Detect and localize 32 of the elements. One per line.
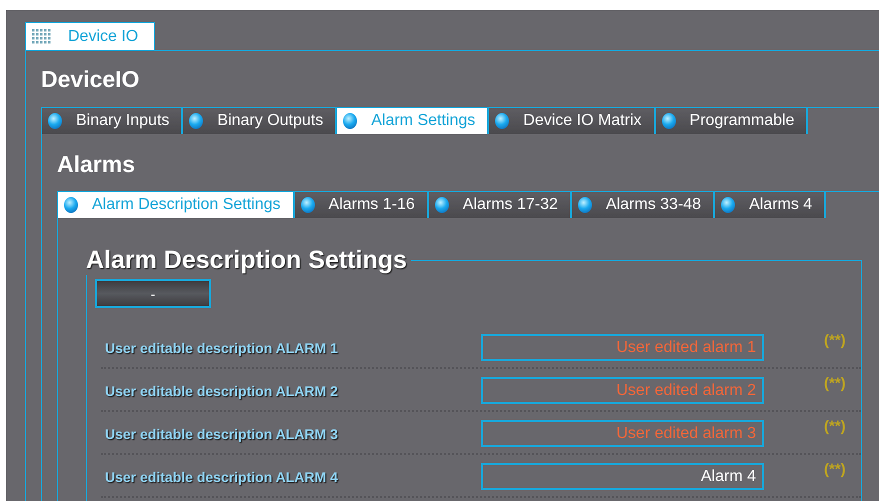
tab[interactable]: Alarms 33-48: [572, 192, 716, 218]
page-title: DeviceIO: [41, 65, 140, 93]
marker-text: (**): [824, 418, 846, 435]
marker-text: (**): [824, 461, 846, 478]
bulb-icon: [578, 197, 592, 213]
tab[interactable]: Device IO Matrix: [489, 108, 656, 134]
tab[interactable]: Binary Outputs: [183, 108, 338, 134]
field-label: User editable description ALARM 2: [105, 382, 339, 398]
bulb-icon: [434, 197, 449, 213]
bulb-icon: [343, 113, 358, 129]
marker-text: (**): [824, 332, 846, 349]
bulb-icon: [721, 197, 736, 213]
grid-icon: [32, 28, 52, 46]
field-label: User editable description ALARM 4: [105, 468, 339, 484]
bulb-icon: [189, 113, 204, 129]
collapse-button[interactable]: -: [95, 279, 211, 308]
tab[interactable]: Programmable: [656, 108, 808, 134]
bulb-icon: [495, 113, 510, 129]
bulb-icon: [662, 113, 676, 129]
tab[interactable]: Binary Inputs: [42, 108, 184, 134]
bulb-icon: [64, 197, 78, 213]
tab[interactable]: Alarms 4: [715, 192, 826, 218]
field-label: User editable description ALARM 1: [105, 340, 339, 356]
section-title: Alarms: [57, 150, 136, 178]
tab[interactable]: Alarms 17-32: [428, 192, 572, 218]
field-label: User editable description ALARM 3: [105, 426, 339, 442]
marker-text: (**): [824, 375, 846, 392]
bulb-icon: [48, 113, 62, 129]
group-title: Alarm Description Settings: [85, 246, 408, 275]
bulb-icon: [300, 197, 315, 213]
input-field[interactable]: Alarm 4: [481, 463, 764, 490]
tab[interactable]: Alarms 1-16: [294, 192, 429, 218]
